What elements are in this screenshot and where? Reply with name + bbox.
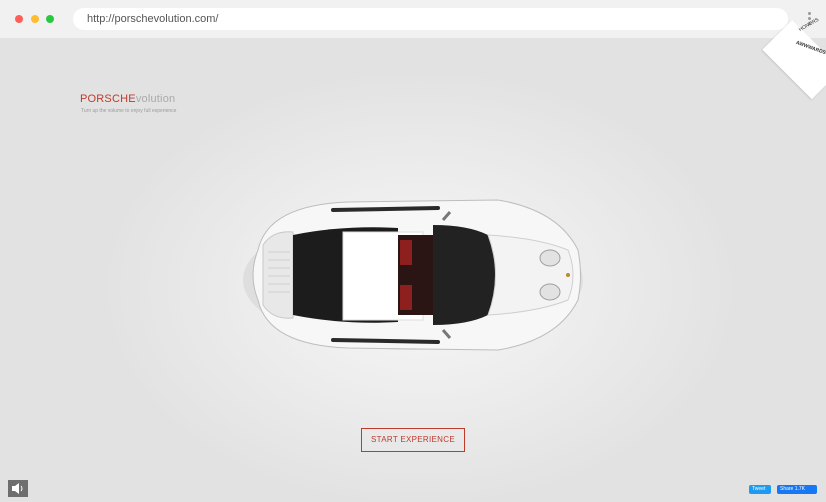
speaker-icon (12, 483, 23, 494)
address-bar[interactable]: http://porschevolution.com/ (73, 8, 788, 30)
site-logo[interactable]: PORSCHEvolution (80, 93, 175, 105)
logo-primary-text: PORSCHE (80, 93, 136, 105)
minimize-window-button[interactable] (31, 15, 39, 23)
logo-secondary-text: volution (135, 93, 176, 105)
facebook-share-button[interactable]: Share 1.7K (777, 485, 817, 494)
browser-chrome: http://porschevolution.com/ (0, 0, 826, 38)
close-window-button[interactable] (15, 15, 23, 23)
maximize-window-button[interactable] (46, 15, 54, 23)
start-experience-button[interactable]: START EXPERIENCE (361, 428, 465, 452)
tagline: Turn up the volume to enjoy full experie… (81, 108, 177, 114)
tweet-button[interactable]: Tweet (749, 485, 771, 494)
porsche-car-image (243, 199, 583, 351)
sound-toggle-button[interactable] (8, 480, 28, 497)
hero-stage: PORSCHEvolution Turn up the volume to en… (0, 38, 826, 502)
